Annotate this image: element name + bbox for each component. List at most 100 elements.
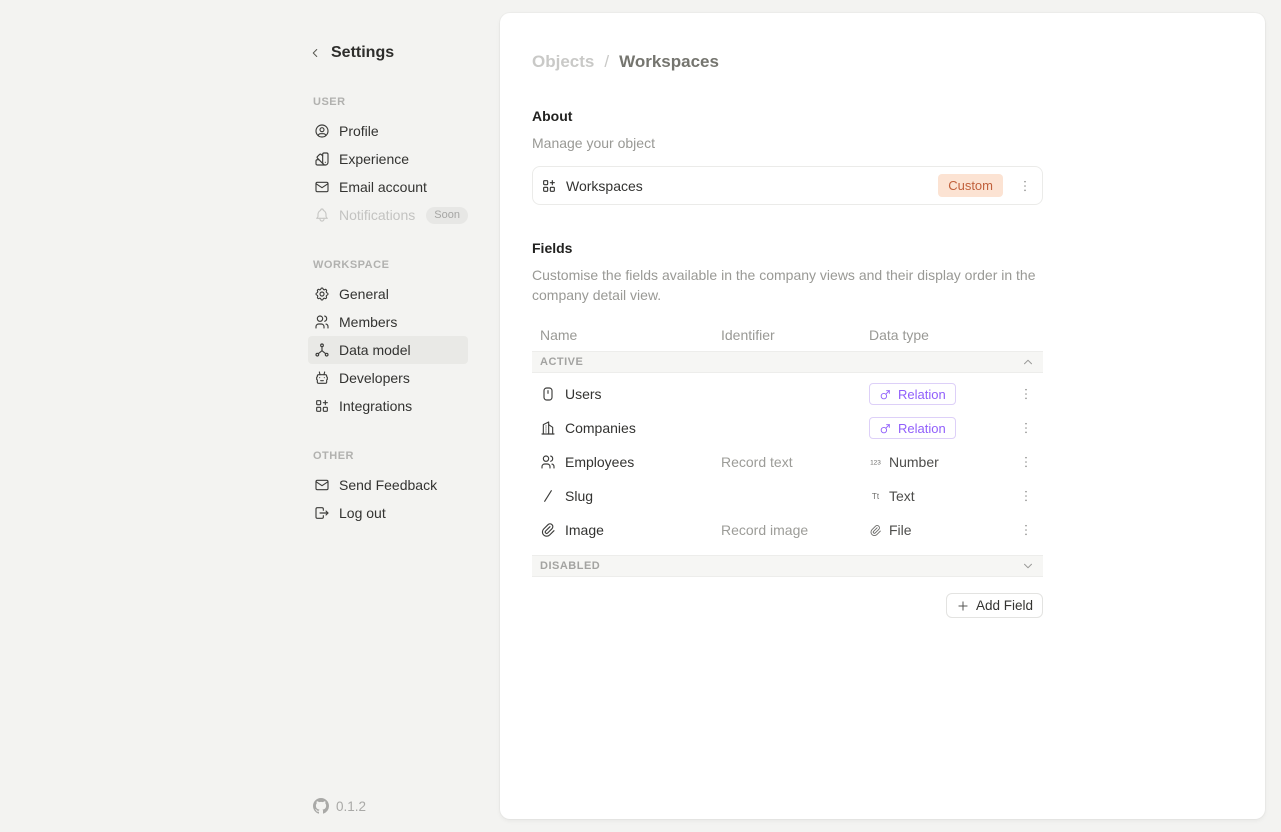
active-group-bar[interactable]: ACTIVE — [532, 351, 1043, 373]
dots-vertical-icon — [1018, 454, 1034, 470]
sidebar-item-profile[interactable]: Profile — [308, 117, 468, 145]
chevron-up-icon — [1021, 355, 1035, 369]
sidebar-item-experience[interactable]: Experience — [308, 145, 468, 173]
settings-panel: Objects / Workspaces About Manage your o… — [500, 13, 1265, 819]
field-row: Companies Relation — [532, 411, 1043, 445]
sidebar-item-notifications[interactable]: Notifications Soon — [308, 201, 468, 229]
settings-sidebar: Settings USER Profile Experience Email a… — [308, 40, 484, 527]
sidebar-item-log-out[interactable]: Log out — [308, 499, 468, 527]
sidebar-item-data-model[interactable]: Data model — [308, 336, 468, 364]
object-menu-button[interactable] — [1016, 174, 1034, 198]
about-title: About — [532, 108, 1043, 124]
column-identifier: Identifier — [721, 327, 869, 343]
mail-icon — [314, 179, 330, 195]
row-menu-button[interactable] — [1017, 518, 1035, 542]
field-name: Slug — [565, 488, 593, 504]
datatype-value: 123 Number — [869, 454, 939, 470]
sidebar-item-send-feedback[interactable]: Send Feedback — [308, 471, 468, 499]
datatype-chip[interactable]: Relation — [869, 383, 956, 405]
sidebar-item-email-account[interactable]: Email account — [308, 173, 468, 201]
version-number: 0.1.2 — [336, 799, 366, 814]
bell-icon — [314, 207, 330, 223]
row-menu-button[interactable] — [1017, 382, 1035, 406]
sidebar-section: USER Profile Experience Email account No… — [308, 96, 484, 229]
add-field-button[interactable]: Add Field — [946, 593, 1043, 618]
about-subtitle: Manage your object — [532, 133, 1043, 153]
fields-description: Customise the fields available in the co… — [532, 265, 1037, 305]
datatype-label: Number — [889, 454, 939, 470]
row-menu-button[interactable] — [1017, 416, 1035, 440]
settings-back-button[interactable]: Settings — [308, 40, 484, 66]
paperclip-icon — [540, 522, 556, 538]
apps-icon — [314, 398, 330, 414]
svg-text:Tt: Tt — [872, 492, 880, 501]
field-name: Users — [565, 386, 602, 402]
active-group-label: ACTIVE — [540, 356, 583, 368]
fields-section: Fields Customise the fields available in… — [532, 240, 1043, 618]
field-row: Slug Tt Text — [532, 479, 1043, 513]
disabled-group-bar[interactable]: DISABLED — [532, 555, 1043, 577]
sidebar-item-integrations[interactable]: Integrations — [308, 392, 468, 420]
app-version: 0.1.2 — [313, 798, 366, 814]
robot-icon — [314, 370, 330, 386]
object-name: Workspaces — [566, 178, 929, 194]
apps-plus-icon — [541, 178, 557, 194]
custom-badge: Custom — [938, 174, 1003, 197]
soon-badge: Soon — [426, 207, 468, 224]
sidebar-section-label: WORKSPACE — [313, 259, 484, 271]
users-icon — [314, 314, 330, 330]
sidebar-item-developers[interactable]: Developers — [308, 364, 468, 392]
datatype-label: Relation — [898, 387, 946, 402]
sidebar-item-members[interactable]: Members — [308, 308, 468, 336]
field-name: Image — [565, 522, 604, 538]
sidebar-item-general[interactable]: General — [308, 280, 468, 308]
svg-text:123: 123 — [870, 459, 881, 466]
row-menu-button[interactable] — [1017, 450, 1035, 474]
field-name: Companies — [565, 420, 636, 436]
object-card: Workspaces Custom — [532, 166, 1043, 205]
chevron-left-icon — [308, 46, 322, 60]
relation-icon — [879, 388, 892, 401]
dots-vertical-icon — [1018, 386, 1034, 402]
building-icon — [540, 420, 556, 436]
datatype-value: Tt Text — [869, 488, 915, 504]
about-section: About Manage your object Workspaces Cust… — [532, 108, 1043, 205]
field-datatype: File — [869, 522, 1017, 538]
dots-vertical-icon — [1018, 488, 1034, 504]
field-row: Users Relation — [532, 377, 1043, 411]
mouse-icon — [540, 386, 556, 402]
breadcrumb-objects[interactable]: Objects — [532, 52, 594, 72]
sidebar-section: WORKSPACE General Members Data model Dev… — [308, 259, 484, 420]
paperclip-icon — [869, 524, 882, 537]
column-datatype: Data type — [869, 327, 1017, 343]
dots-vertical-icon — [1017, 178, 1033, 194]
table-header: Name Identifier Data type — [532, 319, 1043, 351]
github-icon — [313, 798, 329, 814]
users-icon — [540, 454, 556, 470]
fields-title: Fields — [532, 240, 1043, 256]
settings-title: Settings — [331, 44, 394, 62]
chevron-down-icon — [1021, 559, 1035, 573]
sidebar-section: OTHER Send Feedback Log out — [308, 450, 484, 527]
datatype-label: Text — [889, 488, 915, 504]
user-circle-icon — [314, 123, 330, 139]
row-menu-button[interactable] — [1017, 484, 1035, 508]
hierarchy-icon — [314, 342, 330, 358]
plus-icon — [956, 599, 970, 613]
datatype-label: File — [889, 522, 912, 538]
dots-vertical-icon — [1018, 420, 1034, 436]
column-name: Name — [540, 327, 721, 343]
field-datatype: Tt Text — [869, 488, 1017, 504]
field-name: Employees — [565, 454, 634, 470]
field-identifier: Record image — [721, 522, 869, 538]
add-field-label: Add Field — [976, 598, 1033, 613]
field-datatype: 123 Number — [869, 454, 1017, 470]
breadcrumb-separator: / — [604, 52, 609, 72]
color-swatch-icon — [314, 151, 330, 167]
datatype-chip[interactable]: Relation — [869, 417, 956, 439]
datatype-value: File — [869, 522, 912, 538]
field-identifier: Record text — [721, 454, 869, 470]
dots-vertical-icon — [1018, 522, 1034, 538]
datatype-label: Relation — [898, 421, 946, 436]
field-row: Employees Record text 123 Number — [532, 445, 1043, 479]
